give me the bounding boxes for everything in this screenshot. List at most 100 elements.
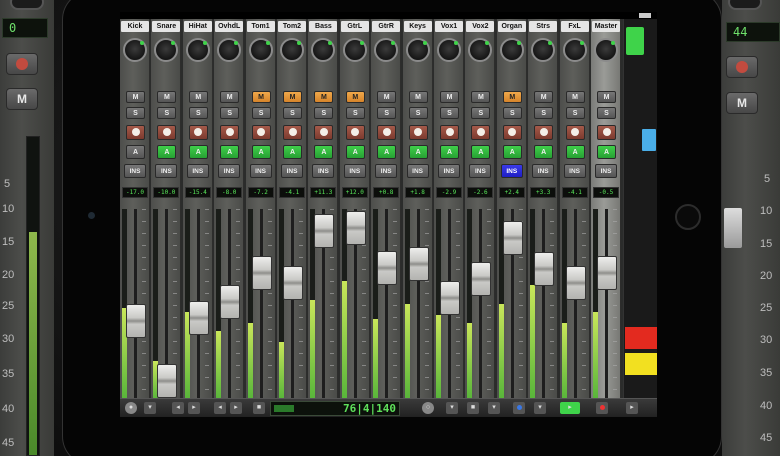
record-arm-button[interactable] <box>597 125 616 140</box>
pan-knob[interactable] <box>217 38 242 62</box>
solo-button[interactable]: S <box>440 107 459 119</box>
mute-button[interactable]: M <box>471 91 491 103</box>
rewind-button[interactable]: ■ <box>467 402 479 414</box>
volume-fader[interactable] <box>126 304 146 338</box>
channel-name[interactable]: Bass <box>309 21 338 32</box>
channel-name[interactable]: OvhdL <box>215 21 244 32</box>
pan-knob[interactable] <box>154 38 179 62</box>
mute-button[interactable]: M <box>251 91 271 103</box>
channel-name[interactable]: Tom2 <box>278 21 306 32</box>
play-button[interactable]: ▸ <box>560 402 580 414</box>
pan-knob[interactable] <box>594 38 618 62</box>
pan-knob[interactable] <box>405 38 430 62</box>
insert-button[interactable]: INS <box>406 164 429 178</box>
record-arm-button[interactable] <box>345 125 365 140</box>
solo-button[interactable]: S <box>314 107 334 119</box>
pan-knob[interactable] <box>311 38 336 62</box>
record-arm-button[interactable] <box>314 125 334 140</box>
insert-button[interactable]: INS <box>532 164 555 178</box>
record-arm-button[interactable] <box>502 125 522 140</box>
solo-button[interactable]: S <box>534 107 554 119</box>
record-button[interactable] <box>596 402 608 414</box>
mute-button[interactable]: M <box>345 91 365 103</box>
record-arm-button[interactable] <box>220 125 240 140</box>
record-arm-button[interactable] <box>534 125 554 140</box>
pan-knob[interactable] <box>468 38 493 62</box>
volume-fader[interactable] <box>377 251 398 285</box>
insert-button[interactable]: INS <box>375 164 398 178</box>
volume-fader[interactable] <box>157 364 178 398</box>
solo-button[interactable]: S <box>283 107 302 119</box>
volume-fader[interactable] <box>345 211 366 245</box>
volume-fader[interactable] <box>220 285 241 319</box>
volume-fader[interactable] <box>188 301 209 335</box>
insert-button[interactable]: INS <box>249 164 272 178</box>
automation-button[interactable]: A <box>597 145 616 159</box>
mute-button[interactable]: M <box>188 91 208 103</box>
insert-button[interactable]: INS <box>343 164 366 178</box>
pan-knob[interactable] <box>342 38 367 62</box>
solo-button[interactable]: S <box>408 107 428 119</box>
pan-knob[interactable] <box>185 38 210 62</box>
automation-button[interactable]: A <box>251 145 271 159</box>
chevron-down-icon[interactable]: ▾ <box>488 402 500 414</box>
solo-button[interactable]: S <box>157 107 177 119</box>
mute-button[interactable]: M <box>597 91 616 103</box>
mute-button[interactable]: M <box>440 91 459 103</box>
marker-button[interactable] <box>513 402 525 414</box>
panel-green-button[interactable] <box>626 27 644 55</box>
automation-button[interactable]: A <box>440 145 459 159</box>
channel-name[interactable]: GtrL <box>340 21 369 32</box>
pan-knob[interactable] <box>280 38 304 62</box>
insert-button[interactable]: INS <box>281 164 303 178</box>
automation-button[interactable]: A <box>534 145 554 159</box>
mute-button[interactable]: M <box>565 91 585 103</box>
solo-button[interactable]: S <box>345 107 365 119</box>
channel-name[interactable]: Vox2 <box>466 21 495 32</box>
volume-fader[interactable] <box>440 281 460 315</box>
insert-button[interactable]: INS <box>500 164 523 178</box>
channel-name[interactable]: HiHat <box>183 21 212 32</box>
insert-button[interactable]: INS <box>155 164 178 178</box>
record-arm-button[interactable] <box>251 125 271 140</box>
channel-name[interactable]: GtrR <box>372 21 401 32</box>
channel-name[interactable]: Snare <box>152 21 181 32</box>
automation-button[interactable]: A <box>188 145 208 159</box>
bank-left-button[interactable]: ◂ <box>214 402 226 414</box>
solo-button[interactable]: S <box>251 107 271 119</box>
pan-knob[interactable] <box>374 38 399 62</box>
channel-name[interactable]: FxL <box>560 21 589 32</box>
channel-name[interactable]: Tom1 <box>246 21 275 32</box>
solo-button[interactable]: S <box>377 107 397 119</box>
mute-button[interactable]: M <box>314 91 334 103</box>
channel-name[interactable]: Keys <box>403 21 432 32</box>
mute-button[interactable]: M <box>534 91 554 103</box>
insert-button[interactable]: INS <box>563 164 586 178</box>
insert-button[interactable]: INS <box>312 164 335 178</box>
automation-button[interactable]: A <box>283 145 302 159</box>
panel-blue-button[interactable] <box>642 129 656 151</box>
scroll-left-button[interactable]: ◂ <box>172 402 184 414</box>
record-arm-button[interactable] <box>157 125 177 140</box>
mute-button[interactable]: M <box>220 91 240 103</box>
volume-fader[interactable] <box>408 247 429 281</box>
volume-fader[interactable] <box>502 221 523 255</box>
channel-name[interactable]: Kick <box>121 21 149 32</box>
volume-fader[interactable] <box>471 262 492 296</box>
pan-knob[interactable] <box>437 38 461 62</box>
solo-button[interactable]: S <box>471 107 491 119</box>
mute-button[interactable]: M <box>283 91 302 103</box>
panel-red-button[interactable] <box>625 327 657 349</box>
automation-button[interactable]: A <box>345 145 365 159</box>
record-arm-button[interactable] <box>565 125 585 140</box>
insert-button[interactable]: INS <box>595 164 617 178</box>
chevron-down-icon[interactable]: ▾ <box>446 402 458 414</box>
solo-button[interactable]: S <box>188 107 208 119</box>
mute-button[interactable]: M <box>408 91 428 103</box>
volume-fader[interactable] <box>565 266 586 300</box>
automation-button[interactable]: A <box>502 145 522 159</box>
volume-fader[interactable] <box>597 256 617 290</box>
automation-button[interactable]: A <box>565 145 585 159</box>
volume-fader[interactable] <box>283 266 303 300</box>
automation-button[interactable]: A <box>314 145 334 159</box>
